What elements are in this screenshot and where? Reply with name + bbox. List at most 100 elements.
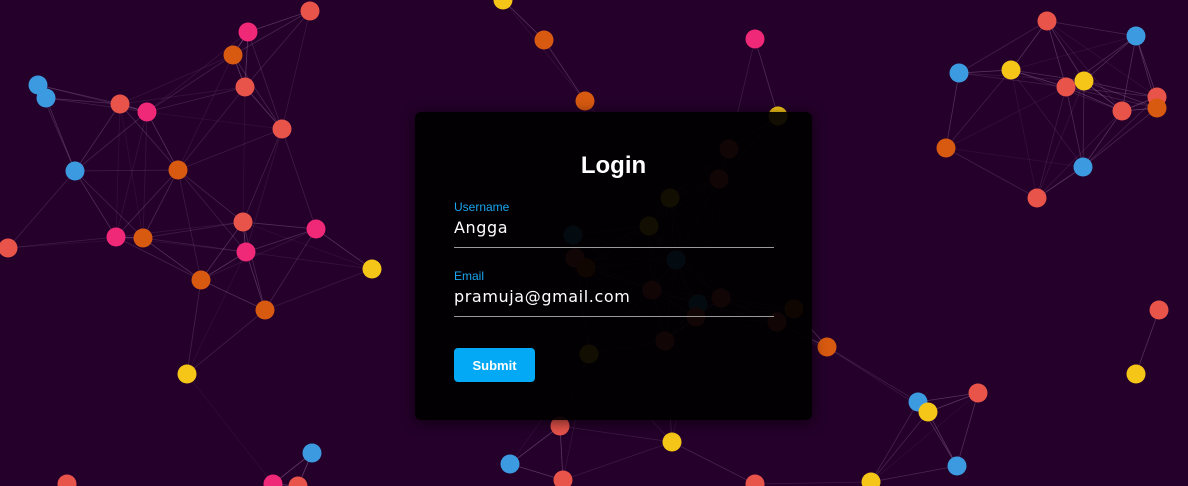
network-link xyxy=(177,169,247,253)
network-link xyxy=(45,97,76,172)
network-node xyxy=(191,270,211,290)
network-link xyxy=(870,411,929,483)
network-link xyxy=(945,86,1067,149)
network-node xyxy=(233,212,253,232)
username-input[interactable] xyxy=(454,215,774,248)
username-field-group: Username xyxy=(454,200,774,248)
network-node xyxy=(236,242,256,262)
network-node xyxy=(65,161,85,181)
network-link xyxy=(281,128,317,230)
network-node xyxy=(947,456,967,476)
network-link xyxy=(186,309,266,375)
network-node xyxy=(177,364,197,384)
network-node xyxy=(817,337,837,357)
network-node xyxy=(662,432,682,452)
network-node xyxy=(1037,11,1057,31)
network-link xyxy=(119,103,144,239)
network-link xyxy=(1010,35,1137,71)
email-input[interactable] xyxy=(454,284,774,317)
network-link xyxy=(559,425,673,443)
network-link xyxy=(1010,69,1085,82)
network-node xyxy=(1147,98,1167,118)
network-link xyxy=(74,169,179,172)
login-card: Login Username Email Submit xyxy=(415,112,812,420)
network-link xyxy=(1082,80,1085,168)
network-link xyxy=(245,228,317,253)
network-link xyxy=(956,392,979,467)
network-link xyxy=(242,86,246,223)
network-link xyxy=(264,228,317,311)
network-node xyxy=(263,474,283,486)
network-link xyxy=(146,111,283,130)
network-link xyxy=(146,31,249,113)
network-link xyxy=(115,111,148,238)
network-node xyxy=(1074,71,1094,91)
network-link xyxy=(115,236,202,281)
network-node xyxy=(1149,300,1169,320)
network-node xyxy=(918,402,938,422)
network-node xyxy=(306,219,326,239)
submit-button[interactable]: Submit xyxy=(454,348,535,382)
network-node xyxy=(1056,77,1076,97)
network-node xyxy=(936,138,956,158)
network-link xyxy=(945,72,960,149)
network-node xyxy=(745,29,765,49)
network-link xyxy=(754,38,779,117)
network-link xyxy=(146,86,246,113)
network-link xyxy=(146,111,179,171)
network-link xyxy=(281,10,311,130)
network-link xyxy=(247,31,283,130)
network-link xyxy=(671,441,756,485)
network-link xyxy=(826,346,919,403)
network-link xyxy=(1082,110,1123,168)
network-link xyxy=(1036,110,1123,199)
network-link xyxy=(245,128,283,253)
network-link xyxy=(177,169,202,281)
network-link xyxy=(200,279,266,311)
network-link xyxy=(1135,35,1158,98)
email-label: Email xyxy=(454,269,485,283)
network-link xyxy=(7,236,117,249)
network-node xyxy=(362,259,382,279)
network-node xyxy=(223,45,243,65)
network-link xyxy=(74,103,121,172)
network-link xyxy=(502,0,586,102)
network-link xyxy=(1046,20,1085,82)
network-link xyxy=(242,221,266,311)
network-node xyxy=(1001,60,1021,80)
network-node xyxy=(57,474,77,486)
network-link xyxy=(186,373,274,485)
network-link xyxy=(177,169,244,223)
network-node xyxy=(235,77,255,97)
network-node xyxy=(133,228,153,248)
network-link xyxy=(1046,20,1137,37)
network-link xyxy=(754,481,872,485)
network-link xyxy=(562,441,673,481)
network-link xyxy=(200,228,317,281)
network-node xyxy=(968,383,988,403)
network-node xyxy=(110,94,130,114)
network-link xyxy=(142,169,179,239)
network-link xyxy=(74,111,148,172)
network-node xyxy=(1126,364,1146,384)
network-node xyxy=(0,238,18,258)
network-link xyxy=(74,170,144,239)
network-node xyxy=(272,119,292,139)
network-node xyxy=(500,454,520,474)
network-link xyxy=(945,147,1084,168)
login-title: Login xyxy=(580,152,647,179)
network-node xyxy=(288,476,308,486)
network-link xyxy=(315,228,373,270)
network-node xyxy=(168,160,188,180)
network-node xyxy=(745,474,765,486)
network-link xyxy=(115,169,179,238)
network-node xyxy=(300,1,320,21)
username-label: Username xyxy=(454,200,510,214)
network-link xyxy=(1065,86,1158,109)
network-link xyxy=(242,128,283,223)
network-link xyxy=(264,268,373,311)
network-node xyxy=(1126,26,1146,46)
network-link xyxy=(177,128,283,171)
network-link xyxy=(7,170,76,249)
network-node xyxy=(1112,101,1132,121)
